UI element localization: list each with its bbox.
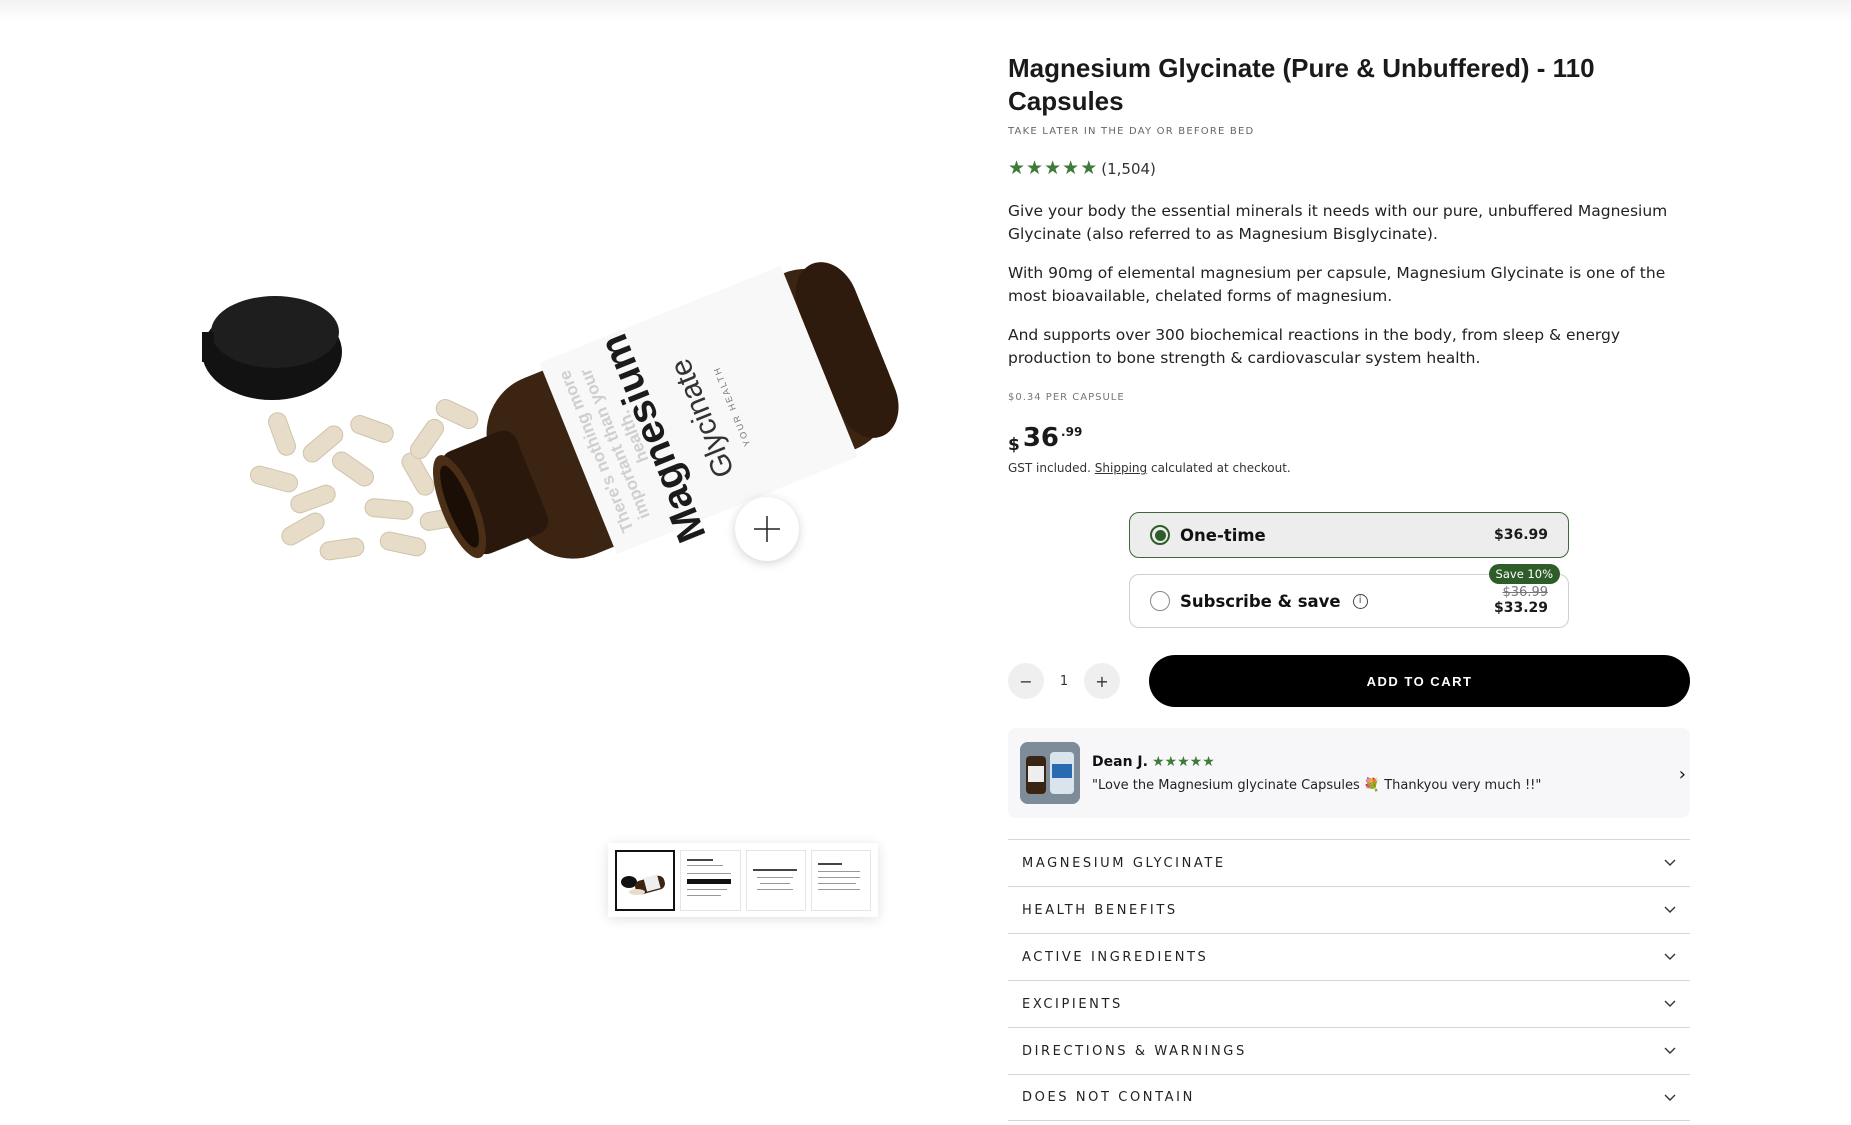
review-text: "Love the Magnesium glycinate Capsules 💐…: [1092, 777, 1542, 793]
quantity-row: − 1 + ADD TO CART: [1008, 655, 1690, 707]
accordion-label: ACTIVE INGREDIENTS: [1022, 949, 1209, 965]
star-icon: ★: [1044, 157, 1062, 179]
product-info: Magnesium Glycinate (Pure & Unbuffered) …: [1008, 52, 1690, 1121]
review-photo-image: [1020, 742, 1080, 804]
thumbnail-2[interactable]: [680, 850, 741, 911]
thumbnail-strip: [608, 843, 878, 917]
chevron-down-icon: [1664, 1094, 1676, 1101]
option-subscribe-label: Subscribe & save: [1180, 591, 1341, 611]
plus-icon: [754, 516, 780, 542]
chevron-right-icon[interactable]: ›: [1679, 764, 1686, 785]
thumbnail-3[interactable]: [745, 850, 806, 911]
star-icon: ★: [1062, 157, 1080, 179]
option-one-time-price: $36.99: [1493, 527, 1548, 543]
thumbnail-4[interactable]: [810, 850, 872, 911]
star-icon: ★: [1189, 753, 1203, 770]
radio-selected-icon[interactable]: [1150, 525, 1170, 545]
star-icon: ★: [1164, 753, 1178, 770]
star-icon: ★: [1202, 753, 1215, 770]
tax-note-text: GST included.: [1008, 461, 1095, 475]
review-card: Dean J. ★ ★ ★ ★ ★ "Love the Magnesium gl…: [1008, 728, 1690, 818]
product-subtitle: TAKE LATER IN THE DAY OR BEFORE BED: [1008, 126, 1255, 137]
chevron-down-icon: [1664, 1047, 1676, 1054]
accordion-label: EXCIPIENTS: [1022, 996, 1123, 1012]
product-accordion: MAGNESIUM GLYCINATE HEALTH BENEFITS ACTI…: [1008, 839, 1690, 1121]
accordion-item-excipients[interactable]: EXCIPIENTS: [1008, 980, 1690, 1027]
star-icon: ★: [1080, 157, 1098, 179]
accordion-item-magnesium-glycinate[interactable]: MAGNESIUM GLYCINATE: [1008, 839, 1690, 886]
star-icon: ★: [1151, 753, 1165, 770]
option-one-time[interactable]: One-time $36.99: [1129, 512, 1569, 558]
product-description: Give your body the essential minerals it…: [1008, 200, 1690, 370]
accordion-label: HEALTH BENEFITS: [1022, 902, 1178, 918]
star-icon: ★: [1026, 157, 1044, 179]
product-price: $ 36 .99: [1008, 423, 1690, 455]
star-icon: ★: [1177, 753, 1190, 770]
star-icon: ★: [1008, 157, 1026, 179]
accordion-label: MAGNESIUM GLYCINATE: [1022, 855, 1226, 871]
accordion-item-health-benefits[interactable]: HEALTH BENEFITS: [1008, 886, 1690, 933]
new-price: $33.29: [1493, 600, 1548, 616]
accordion-item-does-not-contain[interactable]: DOES NOT CONTAIN: [1008, 1074, 1690, 1121]
chevron-down-icon: [1664, 906, 1676, 913]
chevron-down-icon: [1664, 953, 1676, 960]
radio-unselected-icon[interactable]: [1150, 591, 1170, 611]
rating-stars: ★ ★ ★ ★ ★: [1008, 159, 1097, 178]
description-paragraph: And supports over 300 biochemical reacti…: [1008, 326, 1621, 367]
tax-note-text-after: calculated at checkout.: [1147, 461, 1291, 475]
accordion-item-active-ingredients[interactable]: ACTIVE INGREDIENTS: [1008, 933, 1690, 980]
shipping-link[interactable]: Shipping: [1095, 461, 1147, 475]
description-paragraph: Give your body the essential minerals it…: [1008, 202, 1668, 243]
quantity-increase-button[interactable]: +: [1084, 663, 1120, 699]
zoom-button[interactable]: [735, 497, 799, 561]
save-badge: Save 10%: [1488, 564, 1560, 584]
review-head: Dean J. ★ ★ ★ ★ ★: [1092, 754, 1541, 770]
review-stars: ★ ★ ★ ★ ★: [1152, 755, 1215, 769]
price-currency: $: [1008, 435, 1020, 455]
tax-note: GST included. Shipping calculated at che…: [1008, 461, 1690, 475]
accordion-label: DIRECTIONS & WARNINGS: [1022, 1043, 1247, 1059]
add-to-cart-button[interactable]: ADD TO CART: [1149, 655, 1690, 707]
quantity-input[interactable]: 1: [1044, 674, 1084, 689]
review-photo[interactable]: [1020, 742, 1080, 804]
price-per-capsule: $0.34 PER CAPSULE: [1008, 392, 1125, 403]
rating-summary[interactable]: ★ ★ ★ ★ ★ (1,504): [1008, 159, 1690, 178]
bottle-cap: [202, 296, 342, 400]
chevron-down-icon: [1664, 1000, 1676, 1007]
old-price: $36.99: [1502, 585, 1549, 600]
product-image[interactable]: Magnesium Glycinate YOUR HEALTH There's …: [180, 220, 980, 640]
option-subscribe[interactable]: Save 10% Subscribe & save i $36.99 $33.2…: [1129, 564, 1569, 628]
price-main: 36: [1022, 423, 1060, 453]
thumbnail-1[interactable]: [615, 850, 676, 911]
product-gallery: Magnesium Glycinate YOUR HEALTH There's …: [180, 40, 980, 940]
review-body: Dean J. ★ ★ ★ ★ ★ "Love the Magnesium gl…: [1092, 754, 1541, 793]
accordion-label: DOES NOT CONTAIN: [1022, 1090, 1195, 1105]
header-shadow: [0, 0, 1851, 22]
reviewer-name: Dean J.: [1092, 753, 1148, 770]
price-cents: .99: [1061, 425, 1083, 439]
rating-count[interactable]: (1,504): [1101, 160, 1156, 178]
option-one-time-label: One-time: [1180, 525, 1266, 545]
quantity-decrease-button[interactable]: −: [1008, 663, 1044, 699]
description-paragraph: With 90mg of elemental magnesium per cap…: [1008, 264, 1666, 305]
info-icon[interactable]: i: [1352, 593, 1368, 609]
chevron-down-icon: [1664, 859, 1676, 866]
accordion-item-directions-warnings[interactable]: DIRECTIONS & WARNINGS: [1008, 1027, 1690, 1074]
thumb-bottle-image: [621, 874, 665, 895]
option-subscribe-prices: $36.99 $33.29: [1493, 585, 1549, 617]
product-title: Magnesium Glycinate (Pure & Unbuffered) …: [1008, 53, 1595, 116]
bottle: Magnesium Glycinate YOUR HEALTH There's …: [433, 262, 899, 559]
